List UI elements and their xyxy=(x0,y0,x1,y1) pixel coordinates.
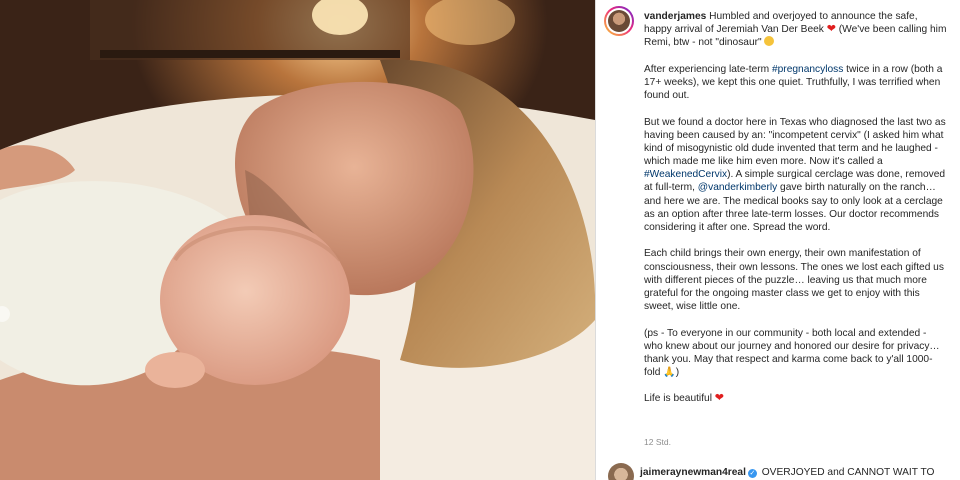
comments-pane: vanderjames Humbled and overjoyed to ann… xyxy=(596,0,960,480)
smiling-face-emoji-icon xyxy=(764,36,775,47)
post-author-username[interactable]: vanderjames xyxy=(644,11,706,22)
hashtag-weakenedcervix-link[interactable]: #WeakenedCervix xyxy=(644,169,727,180)
verified-badge-icon: ✓ xyxy=(747,469,757,478)
commenter-avatar[interactable] xyxy=(608,463,634,480)
post-photo xyxy=(0,0,595,480)
comment-item: jaimeraynewman4real ✓ OVERJOYED and CANNO… xyxy=(640,467,934,478)
folded-hands-emoji-icon: 🙏 xyxy=(663,367,676,379)
hashtag-pregnancyloss-link[interactable]: #pregnancyloss xyxy=(772,64,843,75)
post-timestamp[interactable]: 12 Std. xyxy=(644,437,671,447)
post-author-avatar[interactable] xyxy=(604,6,634,36)
post-caption: vanderjames Humbled and overjoyed to ann… xyxy=(644,11,947,405)
mention-vanderkimberly-link[interactable]: @vanderkimberly xyxy=(698,182,777,193)
red-heart-icon: ❤ xyxy=(714,392,725,405)
red-heart-icon: ❤ xyxy=(826,23,836,36)
photo-illustration xyxy=(0,0,595,480)
commenter-username[interactable]: jaimeraynewman4real xyxy=(640,467,746,478)
comment-text: OVERJOYED and CANNOT WAIT TO xyxy=(758,467,935,478)
